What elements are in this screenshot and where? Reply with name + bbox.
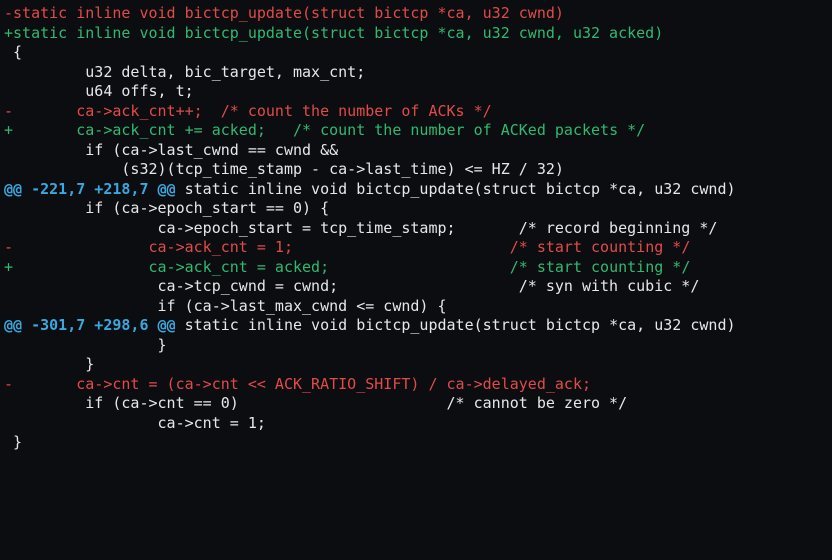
diff-seg: - <box>4 238 13 256</box>
diff-seg: ca->cnt = 1; <box>13 414 266 432</box>
diff-seg: if (ca->cnt == 0) /* cannot be zero */ <box>13 394 627 412</box>
diff-line: + ca->ack_cnt = acked; /* start counting… <box>4 258 828 278</box>
diff-seg: @@ -301,7 +298,6 @@ <box>4 316 176 334</box>
diff-line: @@ -221,7 +218,7 @@ static inline void b… <box>4 180 828 200</box>
diff-seg <box>13 238 148 256</box>
diff-line: } <box>4 433 828 453</box>
diff-seg: u64 offs, t; <box>13 82 194 100</box>
diff-seg <box>4 336 13 354</box>
diff-seg: ca->ack_cnt = acked; <box>149 258 330 276</box>
diff-seg <box>4 141 13 159</box>
diff-seg: { <box>13 43 22 61</box>
diff-line: -static inline void bictcp_update(struct… <box>4 4 828 24</box>
diff-seg: if (ca->last_max_cwnd <= cwnd) { <box>13 297 446 315</box>
diff-seg <box>4 355 13 373</box>
diff-line: if (ca->epoch_start == 0) { <box>4 199 828 219</box>
diff-seg: - <box>4 102 13 120</box>
diff-line: (s32)(tcp_time_stamp - ca->last_time) <=… <box>4 160 828 180</box>
diff-seg <box>293 238 510 256</box>
diff-seg: if (ca->epoch_start == 0) { <box>13 199 329 217</box>
diff-seg <box>4 277 13 295</box>
diff-seg: if (ca->last_cwnd == cwnd && <box>13 141 338 159</box>
diff-line: +static inline void bictcp_update(struct… <box>4 24 828 44</box>
diff-seg <box>4 414 13 432</box>
diff-line: ca->cnt = 1; <box>4 414 828 434</box>
diff-seg <box>4 394 13 412</box>
diff-seg: - <box>4 4 13 22</box>
diff-seg: static inline void bictcp_update(struct … <box>13 24 663 42</box>
diff-seg: /* start counting */ <box>510 258 691 276</box>
diff-line: ca->tcp_cwnd = cwnd; /* syn with cubic *… <box>4 277 828 297</box>
diff-seg <box>13 258 148 276</box>
diff-seg: ca->cnt = (ca->cnt << ACK_RATIO_SHIFT) /… <box>76 375 591 393</box>
diff-seg <box>329 258 510 276</box>
diff-line: } <box>4 355 828 375</box>
diff-line: u64 offs, t; <box>4 82 828 102</box>
diff-seg: } <box>13 336 167 354</box>
diff-seg: ca->tcp_cwnd = cwnd; /* syn with cubic *… <box>13 277 699 295</box>
diff-seg: /* start counting */ <box>510 238 691 256</box>
diff-seg: + <box>4 258 13 276</box>
diff-seg <box>4 82 13 100</box>
diff-seg: u32 delta, bic_target, max_cnt; <box>13 63 365 81</box>
diff-line: - ca->cnt = (ca->cnt << ACK_RATIO_SHIFT)… <box>4 375 828 395</box>
diff-line: if (ca->cnt == 0) /* cannot be zero */ <box>4 394 828 414</box>
diff-line: - ca->ack_cnt = 1; /* start counting */ <box>4 238 828 258</box>
diff-seg: ca->ack_cnt = 1; <box>149 238 294 256</box>
diff-seg: } <box>13 355 94 373</box>
diff-seg <box>4 219 13 237</box>
diff-line: ca->epoch_start = tcp_time_stamp; /* rec… <box>4 219 828 239</box>
diff-line: @@ -301,7 +298,6 @@ static inline void b… <box>4 316 828 336</box>
diff-line: if (ca->last_max_cwnd <= cwnd) { <box>4 297 828 317</box>
diff-line: if (ca->last_cwnd == cwnd && <box>4 141 828 161</box>
diff-seg: @@ -221,7 +218,7 @@ <box>4 180 176 198</box>
diff-seg <box>13 375 76 393</box>
diff-seg <box>4 63 13 81</box>
diff-seg <box>4 433 13 451</box>
diff-seg: ca->ack_cnt++; /* count the number of AC… <box>76 102 491 120</box>
diff-seg <box>4 160 13 178</box>
diff-seg <box>13 121 76 139</box>
diff-seg: - <box>4 375 13 393</box>
diff-line: u32 delta, bic_target, max_cnt; <box>4 63 828 83</box>
diff-viewer: -static inline void bictcp_update(struct… <box>0 0 832 457</box>
diff-seg <box>13 102 76 120</box>
diff-seg: static inline void bictcp_update(struct … <box>176 316 736 334</box>
diff-seg <box>4 199 13 217</box>
diff-seg: (s32)(tcp_time_stamp - ca->last_time) <=… <box>13 160 564 178</box>
diff-line: - ca->ack_cnt++; /* count the number of … <box>4 102 828 122</box>
diff-seg: + <box>4 24 13 42</box>
diff-line: } <box>4 336 828 356</box>
diff-line: + ca->ack_cnt += acked; /* count the num… <box>4 121 828 141</box>
diff-seg: static inline void bictcp_update(struct … <box>176 180 736 198</box>
diff-seg <box>4 43 13 61</box>
diff-seg: static inline void bictcp_update(struct … <box>13 4 564 22</box>
diff-seg: + <box>4 121 13 139</box>
diff-line: { <box>4 43 828 63</box>
diff-seg: } <box>13 433 22 451</box>
diff-seg: ca->epoch_start = tcp_time_stamp; /* rec… <box>13 219 717 237</box>
diff-seg <box>4 297 13 315</box>
diff-seg: ca->ack_cnt += acked; /* count the numbe… <box>76 121 645 139</box>
